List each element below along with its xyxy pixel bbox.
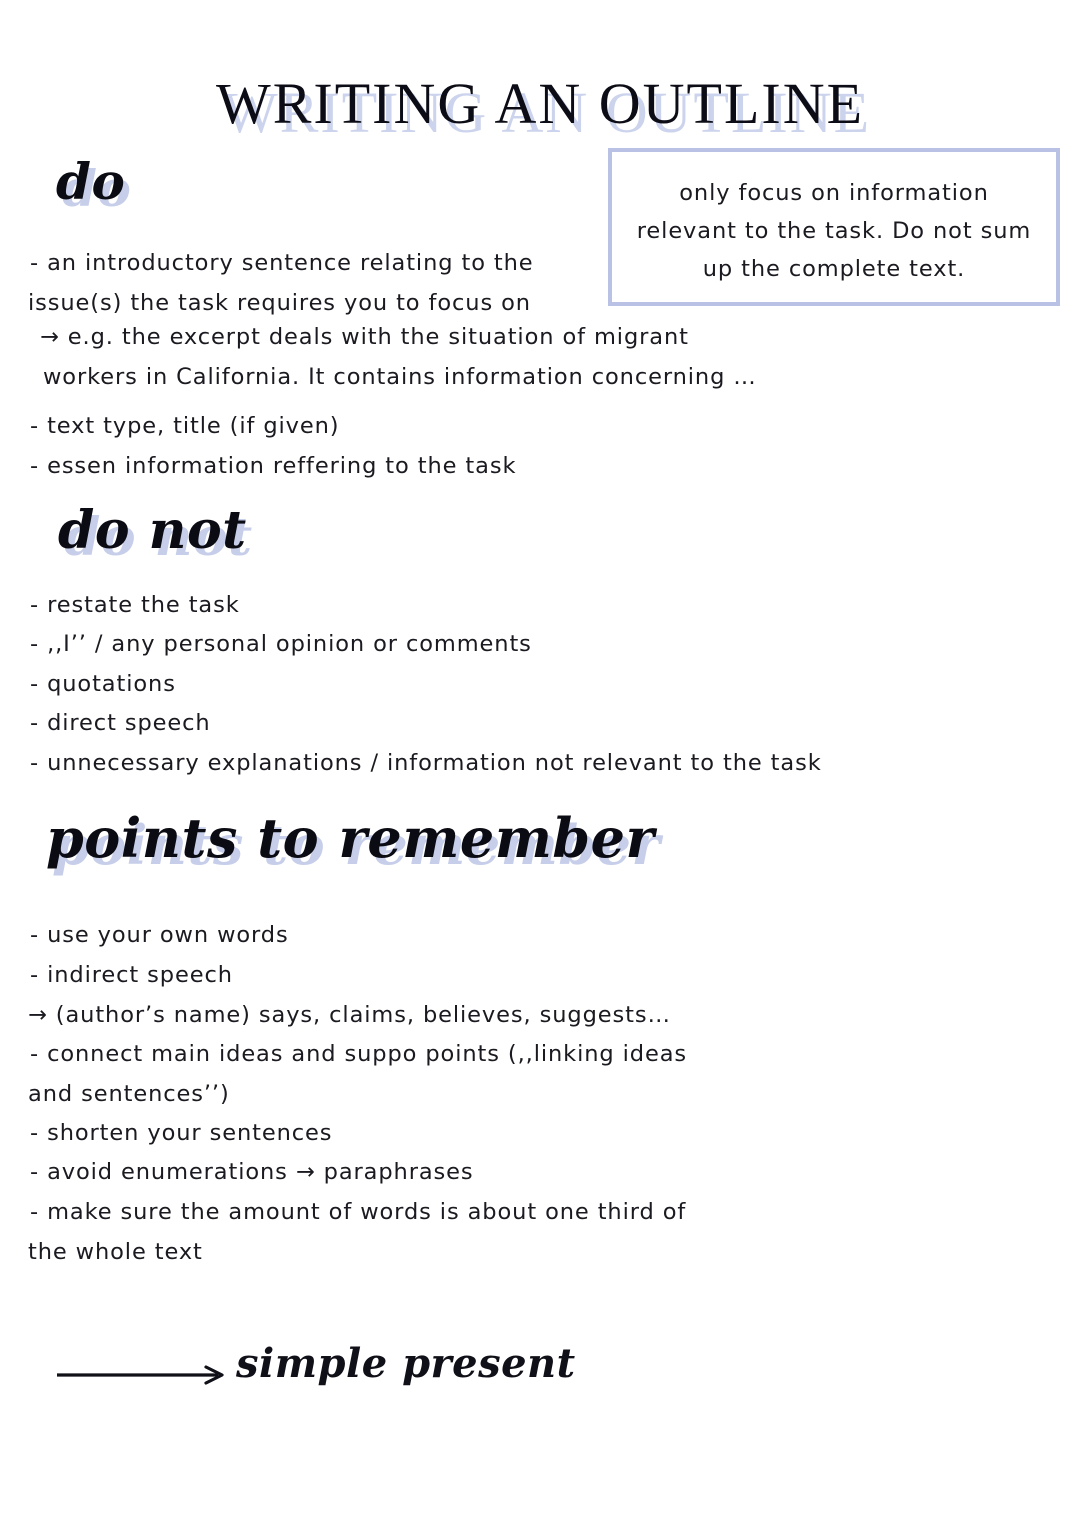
do-line-2: issue(s) the task requires you to focus … bbox=[28, 290, 531, 316]
section-heading-do: do bbox=[56, 152, 126, 211]
do-not-line-5: - unnecessary explanations / information… bbox=[30, 750, 822, 776]
section-heading-do-not: do not bbox=[58, 500, 247, 561]
long-right-arrow-icon bbox=[57, 1365, 224, 1385]
do-line-6: - essen information reffering to the tas… bbox=[30, 453, 517, 479]
callout-text: only focus on information relevant to th… bbox=[612, 174, 1056, 288]
points-line-3: → (author’s name) says, claims, believes… bbox=[28, 1002, 671, 1028]
do-line-5: - text type, title (if given) bbox=[30, 413, 340, 439]
points-line-5: and sentences’’) bbox=[28, 1081, 230, 1107]
note-page: WRITING AN OUTLINE do only focus on info… bbox=[0, 0, 1080, 1527]
points-line-6: - shorten your sentences bbox=[30, 1120, 333, 1146]
callout-line-3: up the complete text. bbox=[702, 256, 966, 282]
callout-line-1: only focus on information bbox=[679, 180, 989, 206]
points-line-7: - avoid enumerations → paraphrases bbox=[30, 1159, 474, 1185]
do-line-1: - an introductory sentence relating to t… bbox=[30, 250, 534, 276]
callout-line-2: relevant to the task. Do not sum bbox=[636, 218, 1032, 244]
do-line-4: workers in California. It contains infor… bbox=[43, 364, 757, 390]
do-not-line-2: - ,,I’’ / any personal opinion or commen… bbox=[30, 631, 532, 657]
page-title: WRITING AN OUTLINE bbox=[215, 71, 865, 136]
do-line-3: → e.g. the excerpt deals with the situat… bbox=[40, 324, 689, 350]
points-line-4: - connect main ideas and suppo points (,… bbox=[30, 1041, 688, 1067]
points-line-9: the whole text bbox=[28, 1239, 203, 1265]
points-line-1: - use your own words bbox=[30, 922, 289, 948]
do-not-line-3: - quotations bbox=[30, 671, 176, 697]
footer-label-simple-present: simple present bbox=[236, 1340, 576, 1387]
section-heading-points-to-remember: points to remember bbox=[46, 806, 655, 870]
do-not-line-4: - direct speech bbox=[30, 710, 211, 736]
points-line-8: - make sure the amount of words is about… bbox=[30, 1199, 687, 1225]
callout-box: only focus on information relevant to th… bbox=[608, 148, 1060, 306]
points-line-2: - indirect speech bbox=[30, 962, 233, 988]
do-not-line-1: - restate the task bbox=[30, 592, 240, 618]
